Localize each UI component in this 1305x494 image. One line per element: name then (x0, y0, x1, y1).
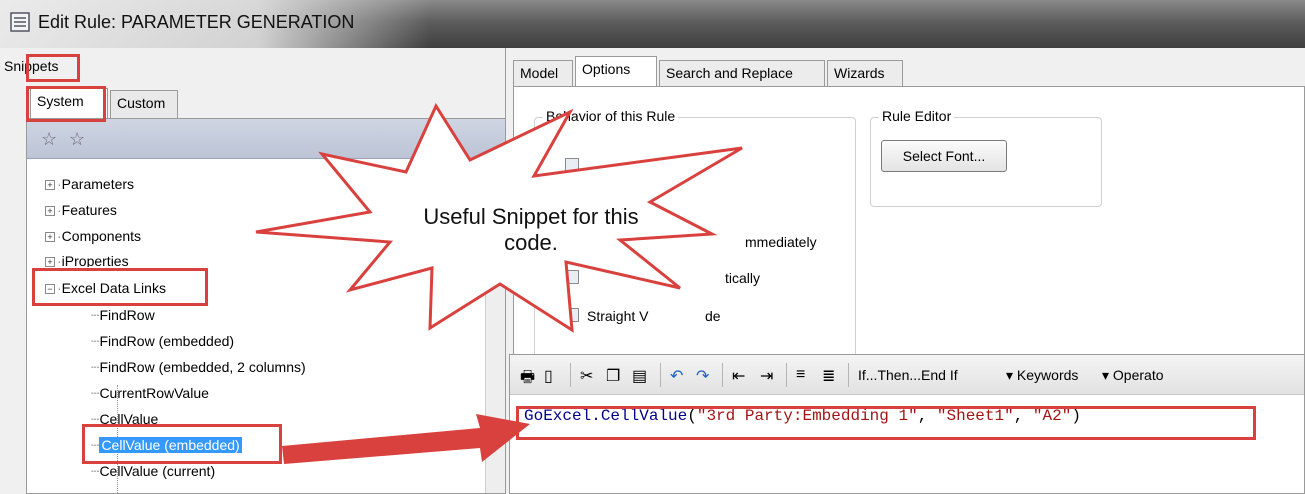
highlight-code-line (516, 406, 1256, 440)
rule-editor-window: Edit Rule: PARAMETER GENERATION Snippets… (0, 0, 1305, 494)
callout-text: Useful Snippet for this code. (423, 204, 639, 255)
highlight-excel-data-links (32, 268, 208, 306)
highlight-cellvalue-embedded (82, 424, 282, 464)
pointer-arrow (282, 414, 530, 464)
highlight-system-tab (26, 86, 106, 122)
highlight-snippets (26, 54, 80, 82)
